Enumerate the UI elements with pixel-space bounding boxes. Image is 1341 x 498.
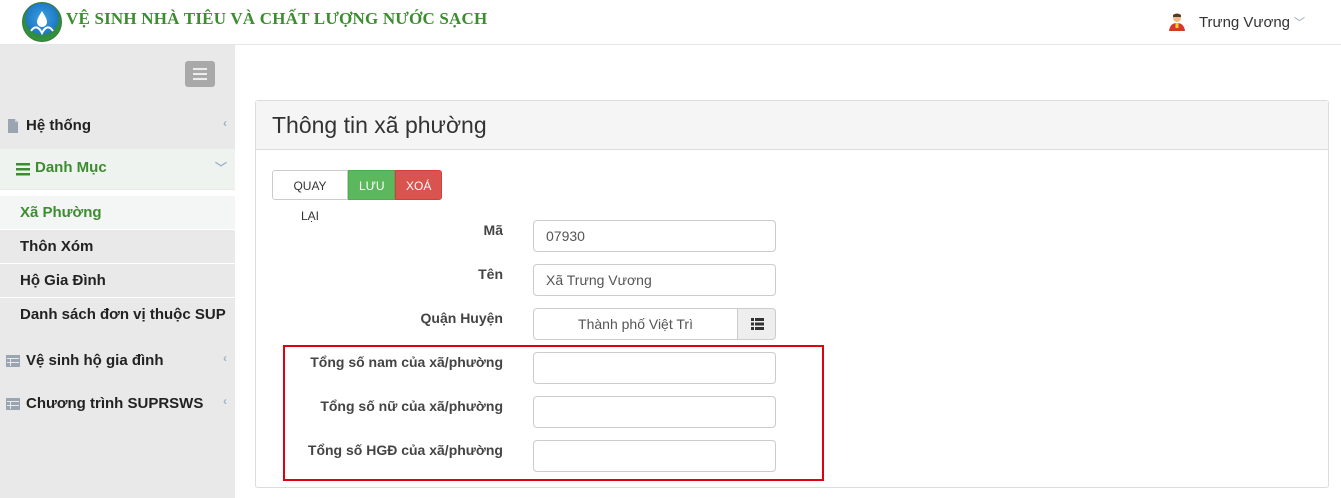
- user-avatar-icon: [1168, 13, 1185, 31]
- sidebar-item-label: Vệ sinh hộ gia đình: [26, 352, 164, 369]
- sidebar-item-chuong-trinh-suprsws[interactable]: Chương trình SUPRSWS ‹: [0, 385, 235, 425]
- sidebar-subitem-thon-xom[interactable]: Thôn Xóm: [0, 230, 235, 263]
- user-menu[interactable]: Trưng Vương ﹀: [1167, 12, 1305, 32]
- list-picker-button[interactable]: [737, 308, 776, 340]
- quan-huyen-value[interactable]: Thành phố Việt Trì: [533, 308, 738, 340]
- user-name: Trưng Vương: [1198, 13, 1290, 31]
- sidebar-subitem-danh-sach-sup[interactable]: Danh sách đơn vị thuộc SUP: [0, 298, 235, 338]
- delete-button[interactable]: XOÁ: [395, 170, 442, 200]
- chevron-left-icon: ‹: [223, 116, 227, 130]
- list-icon: [16, 163, 30, 176]
- page-title: Thông tin xã phường: [272, 112, 487, 138]
- sidebar-item-label: Danh Mục: [35, 159, 107, 176]
- save-button[interactable]: LƯU: [348, 170, 395, 200]
- sidebar-item-ve-sinh-ho-gia-dinh[interactable]: Vệ sinh hộ gia đình ‹: [0, 342, 235, 382]
- ma-field[interactable]: 07930: [533, 220, 776, 252]
- sidebar-subitem-ho-gia-dinh[interactable]: Hộ Gia Đình: [0, 264, 235, 297]
- sidebar-item-label: Chương trình SUPRSWS: [26, 395, 204, 412]
- chevron-left-icon: ‹: [223, 394, 227, 408]
- quan-huyen-select[interactable]: Thành phố Việt Trì: [533, 308, 776, 340]
- table-icon: [6, 355, 20, 367]
- panel-header: Thông tin xã phường: [256, 101, 1328, 150]
- chevron-down-icon: ﹀: [1294, 17, 1305, 29]
- ten-field[interactable]: Xã Trưng Vương: [533, 264, 776, 296]
- highlight-box: [283, 345, 824, 481]
- sidebar-subitem-label: Xã Phường: [20, 204, 102, 221]
- sanitation-logo[interactable]: [22, 2, 62, 42]
- sidebar-item-label: Hệ thống: [26, 117, 91, 134]
- chevron-left-icon: ‹: [223, 351, 227, 365]
- table-icon: [6, 398, 20, 410]
- ten-label: Tên: [478, 266, 503, 282]
- sidebar-toggle-button[interactable]: [185, 61, 215, 87]
- sidebar-subitem-label: Danh sách đơn vị thuộc SUP: [20, 306, 226, 323]
- top-header: VỆ SINH NHÀ TIÊU VÀ CHẤT LƯỢNG NƯỚC SẠCH…: [0, 0, 1341, 45]
- action-button-group: QUAY LẠI LƯU XOÁ: [272, 170, 442, 223]
- sidebar-subitem-label: Thôn Xóm: [20, 238, 94, 255]
- sidebar: Hệ thống ‹ Danh Mục ﹀ Xã Phường Thôn Xóm…: [0, 45, 235, 498]
- sidebar-subitem-xa-phuong[interactable]: Xã Phường: [0, 196, 235, 229]
- app-title: VỆ SINH NHÀ TIÊU VÀ CHẤT LƯỢNG NƯỚC SẠCH: [66, 9, 488, 28]
- back-button[interactable]: QUAY LẠI: [272, 170, 348, 223]
- ma-label: Mã: [483, 222, 503, 238]
- sidebar-item-danh-muc[interactable]: Danh Mục ﹀: [0, 149, 235, 189]
- sidebar-subitem-label: Hộ Gia Đình: [20, 272, 106, 289]
- file-icon: [8, 119, 18, 133]
- chevron-down-icon: ﹀: [214, 161, 227, 175]
- sidebar-submenu: Xã Phường Thôn Xóm Hộ Gia Đình Danh sách…: [0, 190, 235, 338]
- quan-huyen-label: Quận Huyện: [420, 310, 503, 326]
- list-icon: [751, 318, 764, 330]
- sidebar-item-he-thong[interactable]: Hệ thống ‹: [0, 107, 235, 147]
